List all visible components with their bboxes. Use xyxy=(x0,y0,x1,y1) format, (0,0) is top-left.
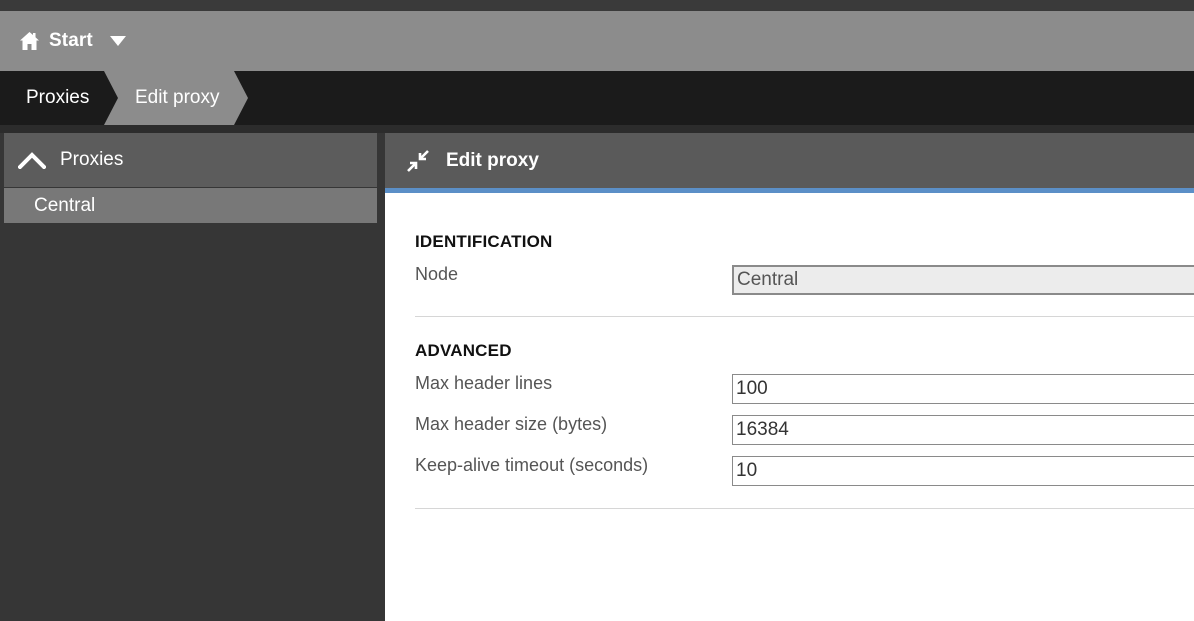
breadcrumb-label: Proxies xyxy=(26,87,90,108)
collapse-arrows-icon xyxy=(406,149,430,173)
sidebar-item-central[interactable]: Central xyxy=(4,188,377,223)
node-label: Node xyxy=(415,264,459,284)
caret-down-icon[interactable] xyxy=(109,36,126,46)
breadcrumb: Proxies Edit proxy xyxy=(0,71,1194,125)
max-header-size-field[interactable] xyxy=(732,415,1194,445)
node-field[interactable] xyxy=(732,265,1194,295)
keepalive-timeout-label: Keep-alive timeout (seconds) xyxy=(415,455,649,475)
max-header-lines-label: Max header lines xyxy=(415,373,553,393)
top-toolbar: Start xyxy=(0,11,1194,71)
sidebar-header-proxies[interactable]: Proxies xyxy=(4,133,377,187)
max-header-lines-field[interactable] xyxy=(732,374,1194,404)
breadcrumb-item-edit-proxy[interactable]: Edit proxy xyxy=(104,71,248,125)
section-divider xyxy=(415,508,1194,509)
breadcrumb-divider xyxy=(0,125,1194,133)
panel-header: Edit proxy xyxy=(385,133,1194,193)
home-icon xyxy=(19,31,40,51)
sidebar-item-label: Central xyxy=(34,194,96,216)
top-strip xyxy=(0,0,1194,11)
section-divider xyxy=(415,316,1194,317)
start-button[interactable]: Start xyxy=(0,11,93,71)
edit-proxy-panel: Edit proxy IDENTIFICATION Node ADVANCED … xyxy=(385,133,1194,621)
section-title-identification: IDENTIFICATION xyxy=(415,232,553,251)
sidebar: Proxies Central xyxy=(0,133,381,621)
panel-title: Edit proxy xyxy=(446,149,539,171)
keepalive-timeout-field[interactable] xyxy=(732,456,1194,486)
sidebar-header-label: Proxies xyxy=(60,149,124,170)
start-label: Start xyxy=(49,30,93,51)
section-title-advanced: ADVANCED xyxy=(415,341,512,360)
chevron-up-icon xyxy=(18,151,46,169)
max-header-size-label: Max header size (bytes) xyxy=(415,414,608,434)
breadcrumb-label: Edit proxy xyxy=(135,87,220,108)
breadcrumb-item-proxies[interactable]: Proxies xyxy=(0,71,104,125)
